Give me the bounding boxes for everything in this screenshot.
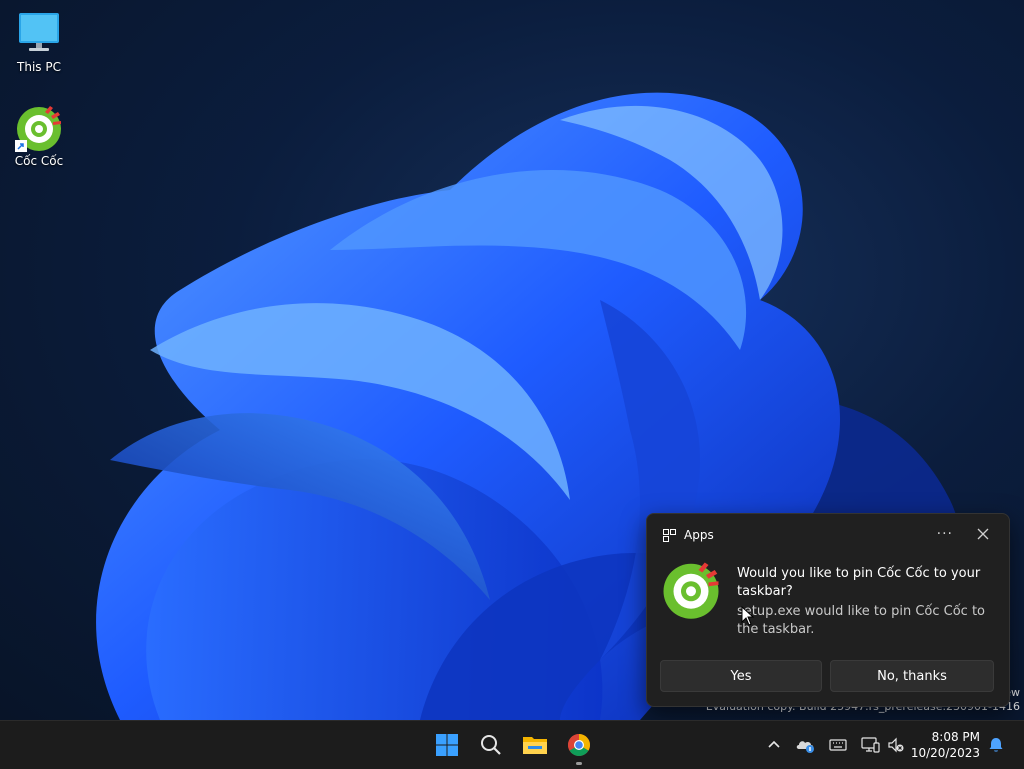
- volume-muted-icon[interactable]: [886, 735, 906, 755]
- search-icon: [481, 735, 501, 755]
- file-explorer-icon: [523, 737, 547, 754]
- monitor-icon: [15, 10, 63, 58]
- chrome-button[interactable]: [563, 729, 595, 765]
- coccoc-icon: [661, 560, 721, 620]
- mouse-cursor-icon: [741, 606, 755, 626]
- desktop-icon-coccoc[interactable]: Cốc Cốc: [7, 104, 71, 168]
- yes-button[interactable]: Yes: [660, 660, 822, 692]
- pin-notification: Apps ··· Would you like to pin Cốc Cốc t…: [646, 513, 1010, 707]
- taskbar: 8:08 PM 10/20/2023: [0, 720, 1024, 769]
- file-explorer-button[interactable]: [519, 729, 551, 761]
- notification-source: Apps: [684, 528, 714, 542]
- desktop-icon-label: Cốc Cốc: [14, 154, 64, 168]
- desktop-icon-label: This PC: [17, 60, 61, 74]
- no-thanks-button[interactable]: No, thanks: [830, 660, 994, 692]
- clock-date: 10/20/2023: [910, 746, 980, 760]
- more-options-button[interactable]: ···: [937, 526, 953, 542]
- start-icon: [436, 734, 458, 756]
- onedrive-icon[interactable]: [795, 735, 815, 755]
- chrome-icon: [568, 734, 590, 756]
- running-indicator: [576, 762, 582, 765]
- start-button[interactable]: [431, 729, 463, 761]
- notification-title: Would you like to pin Cốc Cốc to your ta…: [737, 566, 981, 599]
- chevron-up-icon[interactable]: [764, 735, 784, 755]
- coccoc-icon: [15, 104, 63, 152]
- keyboard-icon[interactable]: [828, 735, 848, 755]
- system-clock[interactable]: 8:08 PM 10/20/2023: [911, 729, 980, 761]
- apps-icon: [663, 528, 676, 542]
- desktop-icon-this-pc[interactable]: This PC: [7, 10, 71, 74]
- search-button[interactable]: [475, 729, 507, 761]
- clock-time: 8:08 PM: [931, 730, 980, 744]
- display-icon[interactable]: [860, 735, 880, 755]
- notification-bell-icon[interactable]: [986, 735, 1006, 755]
- notification-header: Apps: [663, 528, 714, 542]
- shortcut-arrow-icon: [15, 140, 27, 152]
- notification-body: setup.exe would like to pin Cốc Cốc to t…: [737, 604, 986, 637]
- close-icon[interactable]: [975, 526, 991, 542]
